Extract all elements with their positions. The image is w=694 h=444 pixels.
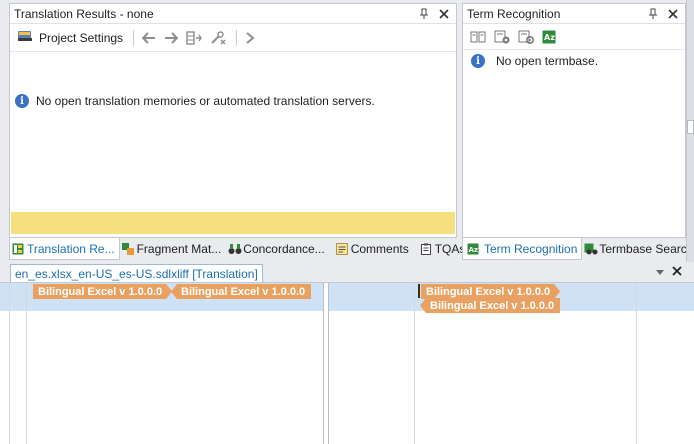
- tab-translation-results[interactable]: Translation Re...: [9, 238, 120, 260]
- arrow-left-icon: [142, 31, 156, 44]
- column-divider: [26, 283, 27, 444]
- source-open-tag[interactable]: Bilingual Excel v 1.0.0.0: [33, 284, 172, 299]
- chevron-down-icon[interactable]: [655, 266, 665, 280]
- tab-label: Termbase Search: [599, 242, 694, 256]
- document-tab-label: en_es.xlsx_en-US_es-US.sdlxliff [Transla…: [15, 266, 258, 281]
- document-tabbar: en_es.xlsx_en-US_es-US.sdlxliff [Transla…: [0, 262, 694, 282]
- previous-button[interactable]: [139, 27, 159, 49]
- project-settings-button[interactable]: Project Settings: [14, 27, 126, 49]
- pin-icon[interactable]: [416, 6, 432, 22]
- column-divider: [9, 283, 10, 444]
- side-panel-tab-icon: [687, 120, 694, 134]
- tab-label: Translation Re...: [27, 241, 115, 256]
- source-close-tag[interactable]: Bilingual Excel v 1.0.0.0: [171, 284, 312, 299]
- termbase-az-icon: Az: [467, 243, 479, 255]
- pin-icon[interactable]: [645, 6, 661, 22]
- translation-results-tabstrip: Translation Re... Fragment Mat... Concor…: [9, 238, 483, 260]
- translation-results-message-text: No open translation memories or automate…: [36, 94, 375, 108]
- tab-label: Fragment Mat...: [136, 242, 222, 256]
- translation-results-title: Translation Results - none: [14, 6, 154, 21]
- tools-icon: [211, 30, 226, 44]
- tab-term-recognition[interactable]: Az Term Recognition: [462, 238, 583, 260]
- tab-label: Term Recognition: [484, 241, 578, 256]
- tab-label: Concordance...: [243, 242, 325, 256]
- arrow-right-icon: [165, 31, 179, 44]
- column-divider: [323, 283, 324, 444]
- close-icon[interactable]: [436, 6, 452, 22]
- project-settings-icon: [17, 29, 33, 46]
- translation-results-panel: Translation Results - none Project Setti…: [9, 3, 457, 238]
- toolbar-separator: [133, 29, 135, 46]
- add-term-icon: [494, 30, 510, 43]
- next-button[interactable]: [161, 27, 181, 49]
- gear-icon: [518, 30, 534, 44]
- binoculars-icon: [228, 243, 242, 255]
- tab-fragment-matches[interactable]: Fragment Mat...: [120, 238, 227, 260]
- close-document-icon[interactable]: [672, 265, 682, 279]
- clipboard-icon: [420, 243, 432, 255]
- toolbar-separator: [236, 29, 238, 46]
- translation-results-icon: [12, 243, 24, 255]
- term-recognition-panel: Term Recognition Az i No open termbase.: [462, 3, 686, 238]
- term-recognition-message: i No open termbase.: [471, 54, 598, 68]
- term-recognition-toolbar: Az: [463, 24, 685, 50]
- termbase-az-icon: Az: [542, 30, 556, 43]
- term-recognition-toggle-button[interactable]: Az: [539, 26, 559, 48]
- term-recognition-message-text: No open termbase.: [496, 54, 599, 68]
- text-cursor: [418, 284, 420, 298]
- info-icon: i: [15, 94, 29, 108]
- grid-arrow-icon: [186, 30, 202, 45]
- svg-text:Az: Az: [544, 33, 555, 42]
- book-icon: [470, 31, 486, 42]
- status-highlight-bar: [11, 212, 455, 234]
- target-close-tag[interactable]: Bilingual Excel v 1.0.0.0: [420, 298, 561, 313]
- target-open-tag[interactable]: Bilingual Excel v 1.0.0.0: [421, 284, 560, 299]
- tab-comments[interactable]: Comments: [334, 238, 414, 260]
- term-recognition-tabstrip: Az Term Recognition Termbase Search: [462, 238, 693, 260]
- svg-text:Az: Az: [469, 246, 479, 254]
- add-term-button[interactable]: [491, 26, 513, 48]
- collapsed-side-panel[interactable]: [686, 0, 694, 262]
- termbase-settings-button[interactable]: [515, 26, 537, 48]
- apply-translation-button[interactable]: [183, 27, 205, 49]
- open-termbase-button[interactable]: [467, 26, 489, 48]
- fragment-icon: [121, 243, 134, 255]
- translation-results-message: i No open translation memories or automa…: [15, 94, 375, 108]
- info-icon: i: [471, 54, 485, 68]
- comment-icon: [335, 243, 348, 255]
- tab-label: Comments: [350, 242, 409, 256]
- column-divider: [636, 283, 637, 444]
- tab-concordance[interactable]: Concordance...: [226, 238, 329, 260]
- options-button[interactable]: [207, 27, 229, 49]
- more-button[interactable]: [242, 27, 258, 49]
- translation-results-toolbar: Project Settings: [10, 24, 456, 52]
- term-recognition-title: Term Recognition: [467, 6, 561, 21]
- close-icon[interactable]: [665, 6, 681, 22]
- term-recognition-titlebar: Term Recognition: [463, 4, 685, 24]
- editor-grid[interactable]: Bilingual Excel v 1.0.0.0 Bilingual Exce…: [0, 282, 694, 444]
- tab-termbase-search[interactable]: Termbase Search: [582, 238, 694, 260]
- chevron-right-icon: [246, 31, 255, 44]
- column-divider: [328, 283, 329, 444]
- document-tab[interactable]: en_es.xlsx_en-US_es-US.sdlxliff [Transla…: [10, 264, 263, 282]
- termbase-search-icon: [584, 243, 598, 255]
- column-divider: [414, 283, 415, 444]
- translation-results-titlebar: Translation Results - none: [10, 4, 456, 24]
- project-settings-label: Project Settings: [39, 30, 124, 45]
